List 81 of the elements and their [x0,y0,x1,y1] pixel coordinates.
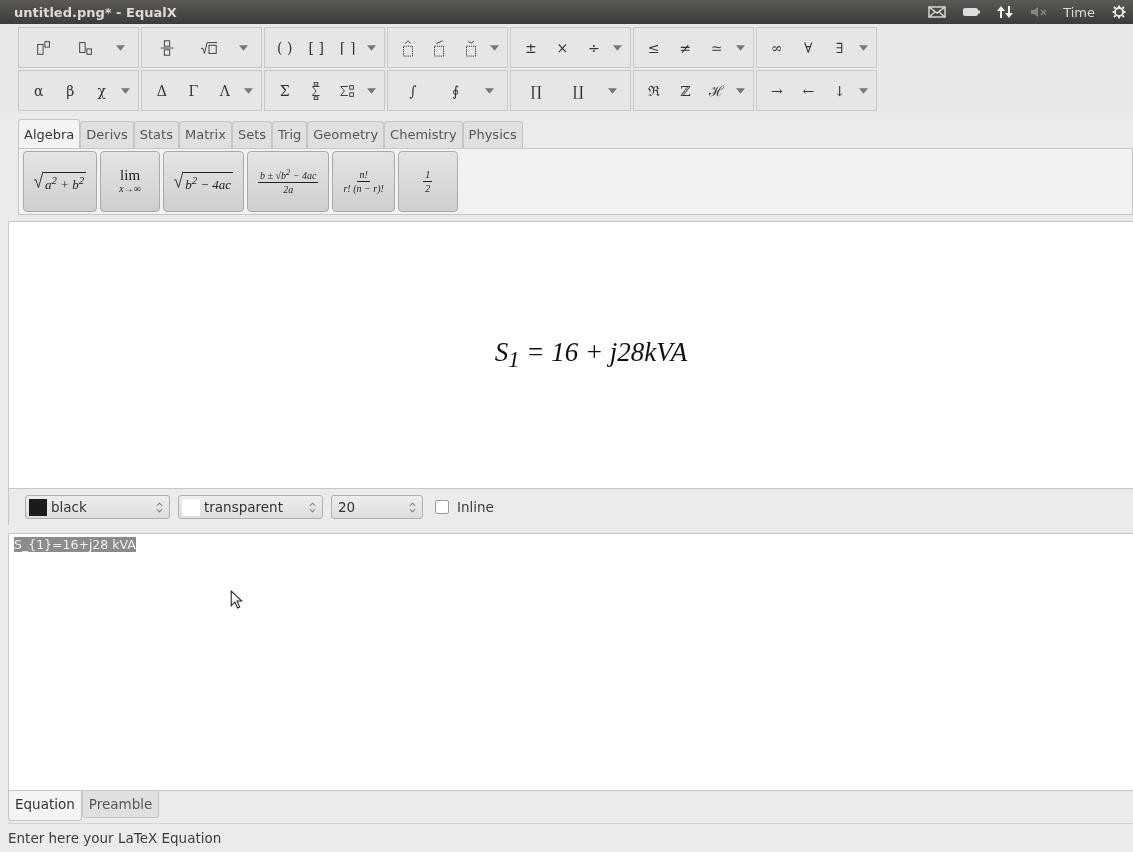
spinner-arrows-icon [309,501,316,513]
symbol-button[interactable]: α [26,75,51,106]
editor-tab[interactable]: Equation [8,791,82,821]
dropdown-arrow-icon[interactable] [116,44,125,51]
dropdown-arrow-icon[interactable] [859,44,869,51]
category-tab[interactable]: Chemistry [384,121,463,148]
spinner-arrows-icon [156,501,163,513]
dropdown-arrow-icon[interactable] [736,44,746,51]
symbol-button[interactable]: ∮ [443,75,467,106]
symbol-button[interactable]: ∏ [524,75,548,106]
template-button[interactable]: a$^{2}$ + b$^{2}$ [23,151,98,212]
dropdown-arrow-icon[interactable] [239,44,248,51]
network-arrows-icon[interactable] [995,5,1016,19]
dropdown-arrow-icon[interactable] [121,87,131,94]
symbol-button[interactable]: Λ [212,75,237,106]
editor-tab[interactable]: Preamble [81,791,160,818]
symbol-button[interactable]: ≠ [673,32,698,63]
category-tab[interactable]: Physics [462,121,523,148]
fraction-icon [158,38,176,57]
category-tab[interactable]: Geometry [307,121,385,148]
dropdown-arrow-icon[interactable] [367,44,377,51]
symbol-button[interactable]: ↓ [827,75,852,106]
font-size-combo[interactable]: 20 [331,495,423,519]
symbol-button[interactable]: Γ [181,75,206,106]
symbol-button[interactable]: Δ [149,75,174,106]
symbol-button[interactable]: ( ) [272,32,297,63]
symbol-button[interactable]: ← [796,75,821,106]
dropdown-arrow-icon[interactable] [367,87,377,94]
status-text: Enter here your LaTeX Equation [8,830,222,846]
latex-source-text: S_{1}=16+j28 kVA [14,537,136,552]
dropdown-arrow-icon[interactable] [859,87,869,94]
symbol-button[interactable]: ∃ [827,32,852,63]
symbol-button[interactable]: ℜ [641,75,666,106]
symbol-button[interactable]: ∀ [796,32,821,63]
mail-icon[interactable] [927,5,948,19]
symbol-button[interactable]: ≃ [704,32,729,63]
symbol-button[interactable]: ⌈ ⌉ [335,32,360,63]
dropdown-arrow-icon[interactable] [608,87,617,94]
battery-icon[interactable] [961,5,982,19]
inline-label: Inline [457,499,494,515]
symbol-button[interactable]: ∐ [566,75,590,106]
dropdown-arrow-icon[interactable] [490,44,500,51]
mouse-pointer-icon [230,590,243,609]
rendered-equation: S$_{1}$ = 16 + j28kVA [494,336,688,374]
symbol-button[interactable]: × [550,32,575,63]
category-tab[interactable]: Trig [272,121,308,148]
symbol-button[interactable]: ℤ [673,75,698,106]
symbol-button[interactable]: → [764,75,789,106]
symbol-button[interactable]: ≤ [641,32,666,63]
clock-text[interactable]: Time [1063,4,1095,20]
category-tab[interactable]: Sets [231,121,272,148]
superscript-icon [35,38,53,57]
template-button[interactable]: lim x→∞ [100,151,161,212]
symbol-button[interactable]: ± [518,32,543,63]
radical-sign-icon [34,169,43,189]
template-button[interactable]: 1 2 [397,151,458,212]
foreground-color-combo[interactable]: black [25,495,170,519]
symbol-button[interactable]: ÷ [581,32,606,63]
category-tab[interactable]: Stats [133,121,179,148]
category-tab[interactable]: Matrix [178,121,232,148]
template-button[interactable]: b$^{2}$ − 4ac [163,151,245,212]
symbol-button[interactable]: ∞ [764,32,789,63]
dropdown-arrow-icon[interactable] [485,87,494,94]
symbol-button[interactable]: β [58,75,83,106]
spinner-arrows-icon [409,501,416,513]
dropdown-arrow-icon[interactable] [736,87,746,94]
background-color-combo[interactable]: transparent [178,495,323,519]
inline-checkbox[interactable] [435,500,449,514]
symbol-button[interactable]: ∫ [401,75,425,106]
symbol-button[interactable]: ℋ [704,75,729,106]
category-tab[interactable]: Algebra [18,119,81,148]
template-button[interactable]: n! r! (n − r)! [332,151,395,212]
window-title: untitled.png* - EqualX [14,4,177,20]
template-button[interactable]: b ± √b$^{2}$ − 4ac 2a [247,151,330,212]
radical-sign-icon [174,169,184,189]
symbol-button[interactable]: χ [89,75,114,106]
dropdown-arrow-icon[interactable] [244,87,254,94]
category-tab[interactable]: Derivs [80,121,134,148]
symbol-button[interactable]: [ ] [304,32,329,63]
symbol-button[interactable]: Σ [272,75,297,106]
dropdown-arrow-icon[interactable] [613,44,623,51]
